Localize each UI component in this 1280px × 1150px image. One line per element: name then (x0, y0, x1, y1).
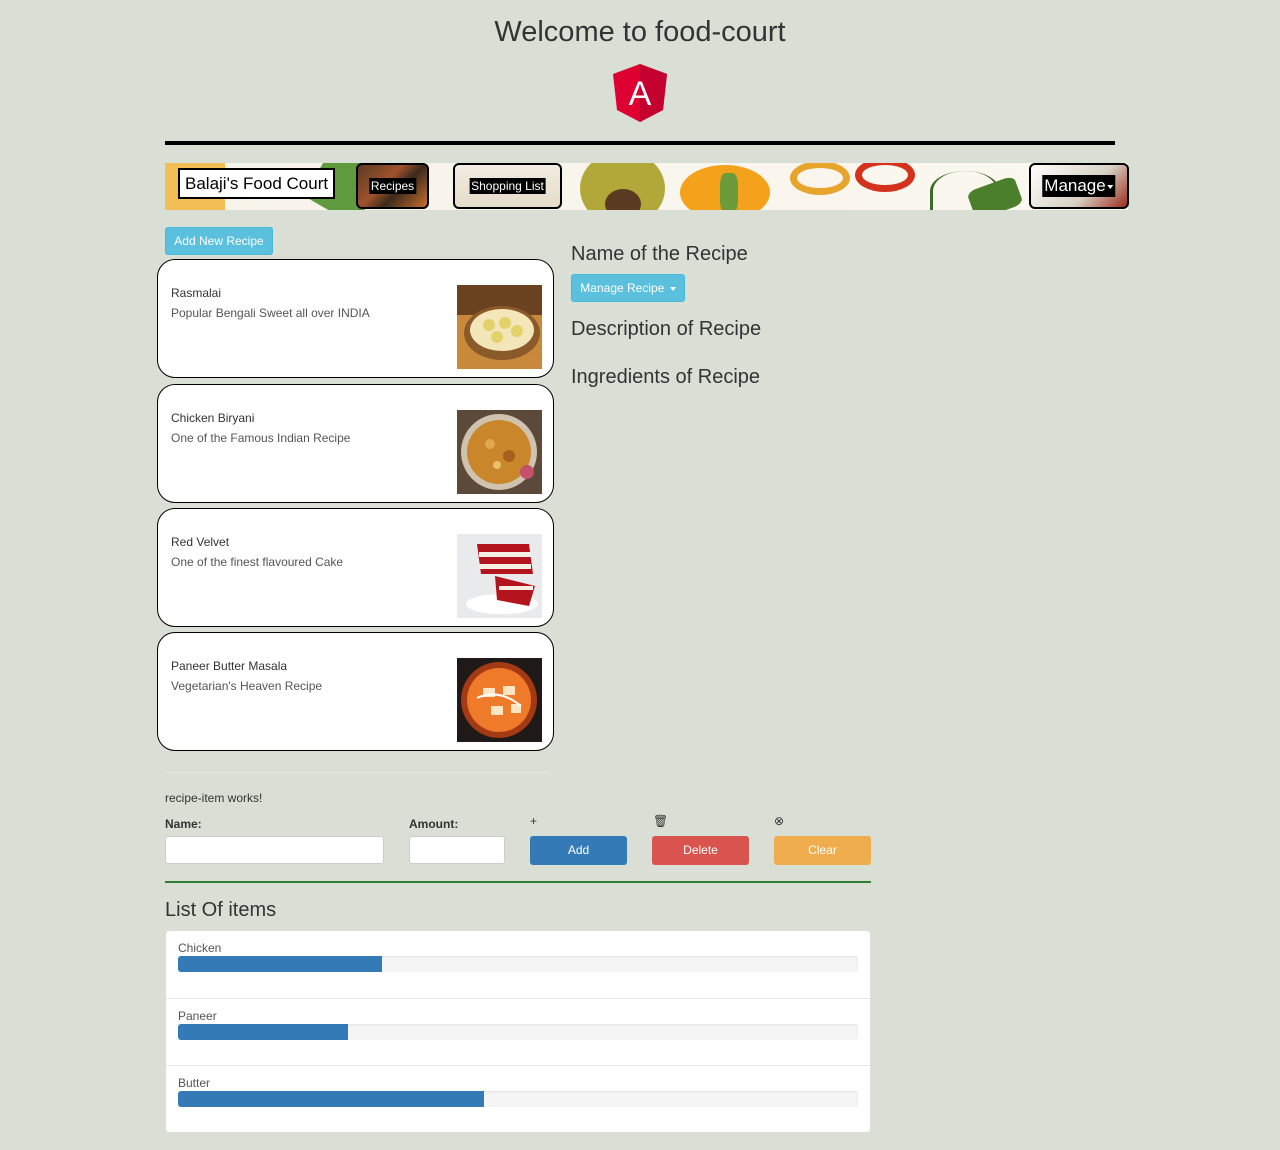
progress-bar (178, 956, 382, 972)
recipe-card[interactable]: Red Velvet One of the finest flavoured C… (157, 508, 554, 627)
page-title: Welcome to food-court (494, 16, 786, 48)
recipe-description: One of the Famous Indian Recipe (171, 431, 351, 445)
section-divider (165, 772, 550, 773)
nav-shopping-list-link[interactable]: Shopping List (453, 163, 562, 209)
list-item[interactable]: Chicken (166, 931, 870, 998)
list-item-name: Chicken (178, 941, 222, 955)
recipe-description: One of the finest flavoured Cake (171, 555, 344, 569)
progress-bar (178, 1024, 348, 1040)
biryani-plate-icon (457, 410, 542, 494)
clear-button[interactable]: Clear (774, 836, 871, 865)
rasmalai-bowl-icon (457, 285, 542, 369)
recipe-card[interactable]: Paneer Butter Masala Vegetarian's Heaven… (157, 632, 554, 751)
plus-icon: + (530, 814, 538, 828)
progress-track (178, 1024, 858, 1040)
angular-logo-letter: A (629, 75, 652, 113)
list-item-name: Paneer (178, 1009, 217, 1023)
recipe-detail-description: Description of Recipe (571, 318, 762, 340)
amount-label: Amount: (409, 817, 459, 831)
recipe-card[interactable]: Chicken Biryani One of the Famous Indian… (157, 384, 554, 503)
angular-logo-icon: A (613, 64, 667, 122)
nav-shopping-list-label: Shopping List (469, 178, 546, 194)
recipe-title: Chicken Biryani (171, 411, 255, 425)
clear-circle-icon: ⊗ (774, 814, 785, 828)
manage-recipe-button[interactable]: Manage Recipe (571, 274, 685, 302)
navbar-brand[interactable]: Balaji's Food Court (178, 168, 336, 199)
recipe-title: Paneer Butter Masala (171, 659, 288, 673)
recipe-description: Popular Bengali Sweet all over INDIA (171, 306, 370, 320)
list-item[interactable]: Butter (166, 1065, 870, 1132)
recipe-item-works-text: recipe-item works! (165, 791, 263, 805)
list-item-name: Butter (178, 1076, 211, 1090)
name-input[interactable] (165, 836, 384, 864)
progress-bar (178, 1091, 484, 1107)
recipe-description: Vegetarian's Heaven Recipe (171, 679, 323, 693)
recipe-detail-ingredients: Ingredients of Recipe (571, 366, 761, 388)
add-button[interactable]: Add (530, 836, 627, 865)
caret-down-icon (669, 286, 676, 291)
nav-recipes-link[interactable]: Recipes (356, 163, 429, 209)
amount-input[interactable] (409, 836, 505, 864)
shopping-list-panel: Chicken Paneer Butter (165, 930, 871, 1133)
recipe-card[interactable]: Rasmalai Popular Bengali Sweet all over … (157, 259, 554, 378)
progress-track (178, 1091, 858, 1107)
recipe-detail-name: Name of the Recipe (571, 243, 748, 265)
red-velvet-cake-icon (457, 534, 542, 618)
nav-recipes-label: Recipes (368, 178, 417, 194)
list-item[interactable]: Paneer (166, 998, 870, 1065)
form-divider (165, 881, 871, 883)
list-title: List Of items (165, 899, 277, 921)
nav-manage-label: Manage (1042, 175, 1116, 197)
recipe-title: Red Velvet (171, 535, 230, 549)
delete-button[interactable]: Delete (652, 836, 749, 865)
trash-icon: 🗑 (653, 814, 669, 828)
paneer-bowl-icon (457, 658, 542, 742)
add-new-recipe-button[interactable]: Add New Recipe (165, 227, 273, 255)
nav-manage-dropdown[interactable]: Manage (1029, 163, 1129, 209)
caret-down-icon (1107, 184, 1114, 189)
name-label: Name: (165, 817, 202, 831)
header-divider (165, 141, 1115, 145)
progress-track (178, 956, 858, 972)
recipe-title: Rasmalai (171, 286, 222, 300)
